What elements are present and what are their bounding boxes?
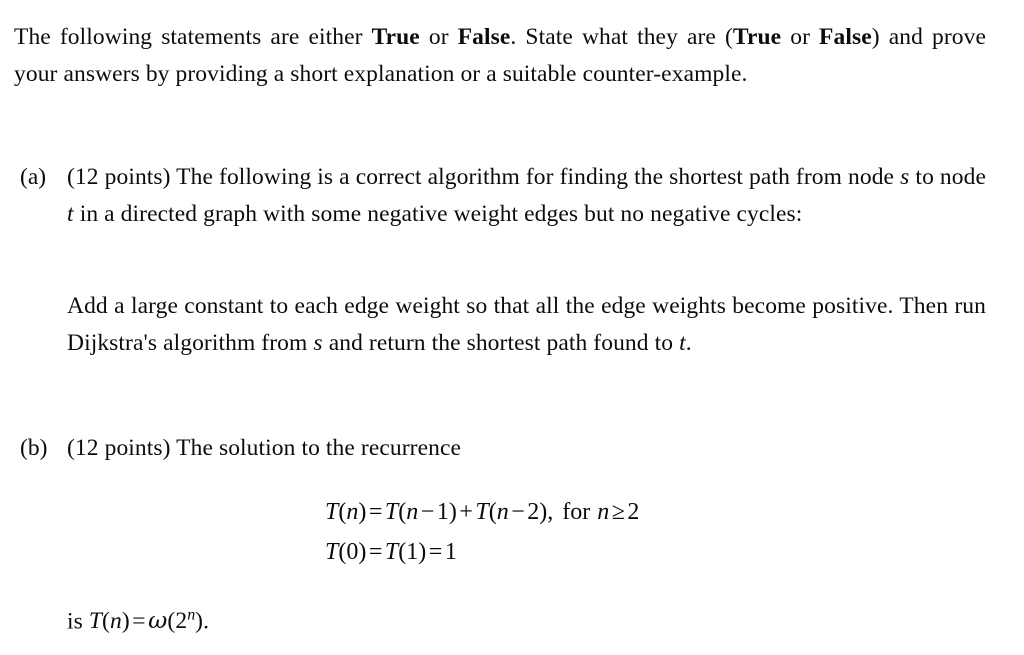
equation-line-1: T(n) = T(n −1) + T(n −2), for n ≥2 — [325, 492, 639, 532]
item-a-paragraph: (12 points) The following is a correct a… — [67, 159, 986, 233]
eq1-term1-fn: T — [384, 499, 399, 525]
item-a-text-2: to node — [909, 164, 986, 190]
recurrence-equation-block: T(n) = T(n −1) + T(n −2), for n ≥2 T(0) = T(1) = 1 — [325, 492, 639, 572]
quote-var-t: t — [679, 330, 686, 356]
eq1-term2-minus: − — [511, 499, 525, 525]
eq1-plus: + — [459, 499, 473, 525]
eq1-term2-var: n — [496, 499, 509, 525]
tail-bracket-close: ) — [195, 608, 204, 635]
eq1-term1-close: ) — [448, 499, 457, 525]
tail-prefix: is — [67, 608, 89, 635]
eq1-term1-var: n — [406, 499, 419, 525]
item-b-paragraph: (12 points) The solution to the recurren… — [67, 430, 986, 467]
item-a-points: (12 points) — [67, 164, 171, 190]
eq1-term1-minus: − — [420, 499, 435, 525]
intro-text-4: or — [781, 24, 820, 50]
tail-exponent: n — [187, 607, 196, 624]
intro-bold-false-2: False — [819, 24, 872, 50]
tail-equals: = — [132, 608, 146, 635]
eq1-cond-rel: ≥ — [611, 499, 625, 525]
eq1-term1-num: 1 — [436, 499, 449, 525]
eq2-num1: 0 — [346, 539, 359, 565]
eq1-lhs-var: n — [346, 499, 359, 525]
item-b-conclusion: is T(n) = ω(2n). — [67, 597, 567, 640]
eq2-equals-1: = — [368, 539, 383, 565]
intro-bold-true-2: True — [732, 24, 782, 50]
intro-bold-false-1: False — [457, 24, 511, 50]
tail-var: n — [109, 608, 122, 635]
tail-period: . — [203, 608, 210, 635]
eq2-equals-2: = — [428, 539, 443, 565]
intro-text-2: or — [419, 24, 458, 50]
eq1-term2-open: ( — [488, 499, 497, 525]
eq2-num2: 1 — [406, 539, 419, 565]
intro-text-3: . State what they are ( — [510, 24, 733, 50]
list-label-a: (a) — [20, 164, 47, 190]
tail-inline-math: T(n) = ω(2n) — [88, 606, 204, 635]
item-a-quoted-algorithm: Add a large constant to each edge weight… — [67, 288, 986, 362]
equation-line-2: T(0) = T(1) = 1 — [325, 532, 639, 572]
tail-close: ) — [121, 608, 130, 635]
document-page: The following statements are either True… — [0, 0, 1024, 655]
eq1-term2-fn: T — [475, 499, 489, 525]
eq1-cond-num: 2 — [627, 499, 640, 525]
tail-base: 2 — [175, 608, 188, 635]
eq2-fn2: T — [384, 539, 399, 565]
list-label-b: (b) — [20, 435, 48, 461]
eq2-fn1: T — [325, 539, 339, 565]
intro-paragraph: The following statements are either True… — [14, 19, 986, 93]
eq1-cond-var: n — [597, 499, 610, 525]
tail-open: ( — [102, 608, 110, 635]
quote-text-2: and return the shortest path found to — [322, 330, 680, 356]
eq1-lhs-fn: T — [325, 499, 339, 525]
quote-text-3: . — [685, 330, 692, 356]
intro-bold-true-1: True — [371, 24, 420, 50]
intro-text-1: The following statements are either — [14, 24, 372, 50]
tail-fn: T — [88, 608, 103, 635]
item-b-text: The solution to the recurrence — [170, 435, 462, 461]
omega-symbol: ω — [148, 606, 168, 635]
eq2-result: 1 — [444, 539, 457, 565]
item-a-text-3: in a directed graph with some negative w… — [73, 201, 803, 227]
eq1-term2-num: 2 — [527, 499, 540, 525]
item-a-var-t: t — [67, 201, 74, 227]
quote-var-s: s — [313, 330, 323, 356]
eq1-equals: = — [368, 499, 383, 525]
item-a-text-1: The following is a correct algorithm for… — [170, 164, 901, 190]
eq1-for-text: for — [562, 499, 591, 525]
item-b-points: (12 points) — [67, 435, 171, 461]
